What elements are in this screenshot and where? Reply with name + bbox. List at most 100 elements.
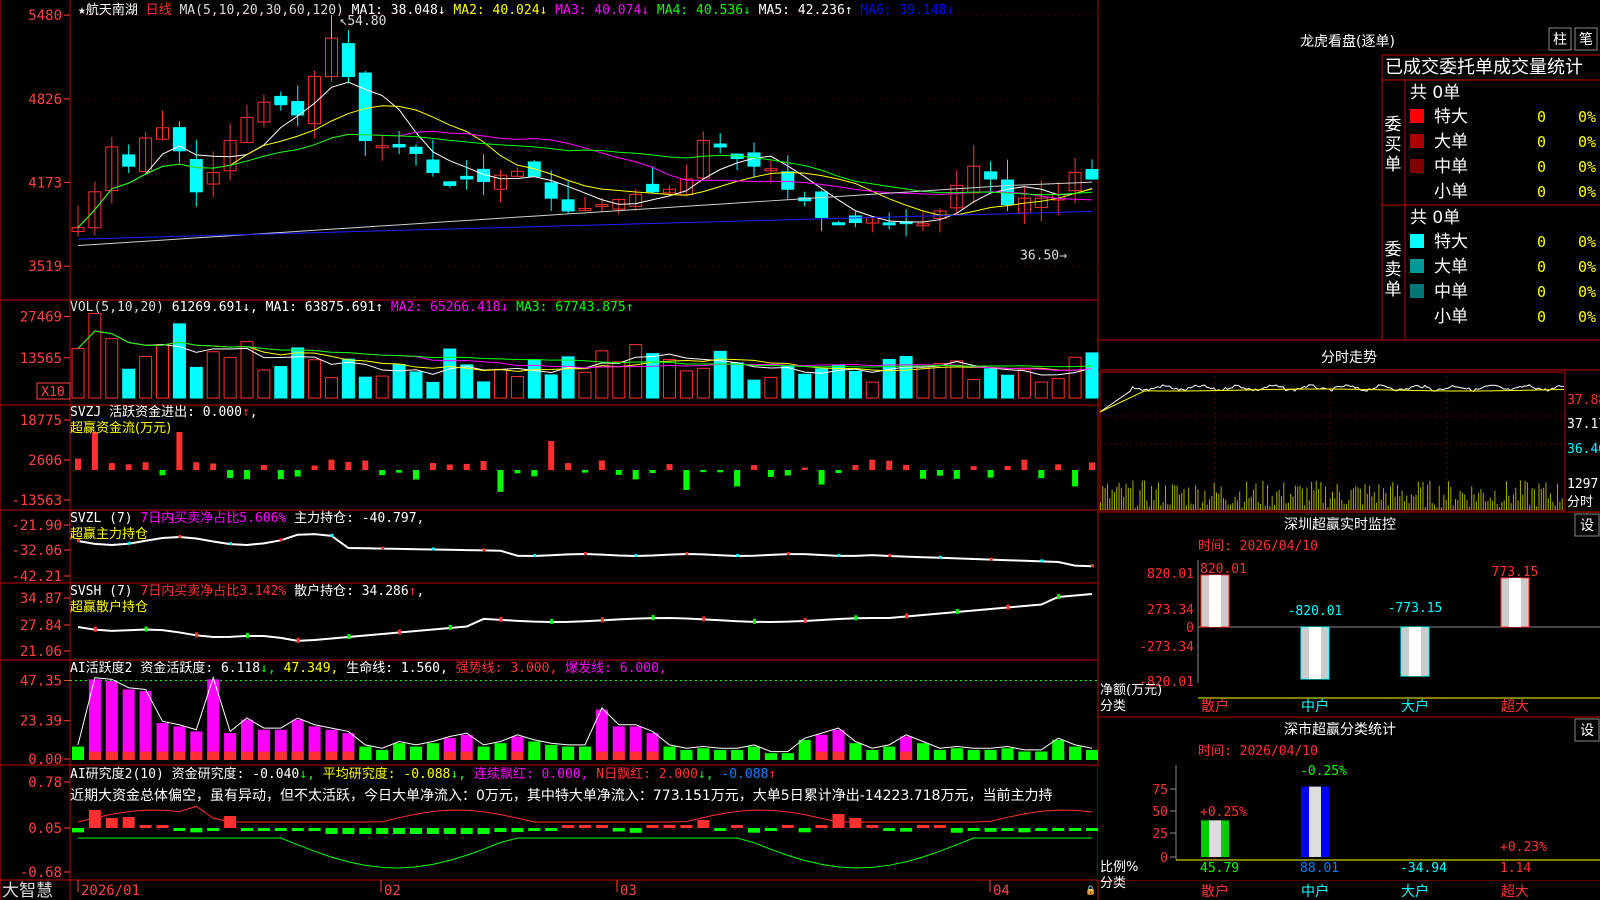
cls-value-label: 88.01 — [1300, 861, 1339, 876]
fenshi-volume-bar — [1120, 487, 1122, 510]
order-size-name: 小单 — [1434, 307, 1468, 327]
fenshi-volume-bar — [1396, 484, 1398, 510]
ai2-axis-label: 0.78 — [28, 775, 62, 791]
svsh-marker — [499, 616, 503, 622]
fenshi-volume-bar — [1113, 491, 1115, 510]
order-count: 0 — [1537, 158, 1546, 176]
svsh-marker — [1006, 604, 1010, 610]
fenshi-volume-bar — [1487, 501, 1489, 510]
cls-category-label: 超大 — [1501, 884, 1529, 900]
fenshi-volume-bar — [1519, 480, 1521, 510]
sz-unit: 净额(万元) — [1100, 683, 1162, 698]
sz-category-label: 中户 — [1301, 698, 1329, 715]
order-percent: 0% — [1578, 258, 1596, 276]
fenshi-volume-bar — [1327, 507, 1329, 510]
ai2-bar — [139, 825, 152, 828]
ai-bar-base — [1018, 751, 1031, 760]
svzl-marker — [634, 553, 638, 557]
fenshi-volume-bar — [1475, 501, 1477, 510]
ai2-bar — [1001, 828, 1014, 831]
fenshi-volume-bar — [1524, 480, 1526, 510]
fenshi-unit: 分时 — [1567, 495, 1593, 510]
svzj-bar — [159, 470, 166, 476]
svzj-bar — [75, 458, 81, 470]
fenshi-volume-bar — [1234, 496, 1236, 510]
fenshi-volume-bar — [1359, 488, 1361, 510]
volume-bar — [646, 353, 660, 399]
fenshi-volume-bar — [1503, 500, 1505, 510]
fenshi-volume-bar — [1153, 500, 1155, 510]
fenshi-chart-area — [1099, 371, 1566, 511]
ai-bar-base — [156, 751, 169, 760]
svzj-bar — [480, 460, 487, 470]
volume-bar — [984, 368, 998, 399]
fenshi-volume-bar — [1443, 494, 1445, 510]
label-part: 资金活跃度: 6.118 — [140, 660, 260, 676]
fenshi-volume-bar — [1427, 484, 1429, 510]
svzj-axis-label: 18775 — [20, 413, 62, 429]
fenshi-volume-bar — [1343, 503, 1345, 510]
order-size-name: 中单 — [1434, 282, 1468, 302]
fenshi-volume-bar — [1547, 498, 1549, 510]
order-total: 共 0单 — [1410, 208, 1460, 228]
side-label: 单 — [1385, 280, 1402, 300]
fenshi-volume-bar — [1345, 504, 1347, 510]
ai2-bar — [646, 825, 659, 828]
ai-bar-base — [410, 751, 422, 760]
cls-value-label: -34.94 — [1400, 861, 1447, 876]
volume-bar — [1085, 352, 1099, 399]
label-part: 强势线: 3.000, — [456, 660, 565, 676]
fenshi-axis: 37.88 — [1567, 393, 1600, 408]
vol-unit-label: X10 — [41, 385, 64, 400]
ai2-bar — [443, 828, 456, 834]
svsh-marker — [702, 616, 706, 622]
fenshi-volume-bar — [1540, 488, 1542, 510]
fenshi-volume-bar — [1285, 503, 1287, 510]
svsh-axis-label: 27.84 — [20, 618, 62, 634]
fenshi-volume-bar — [1267, 484, 1269, 510]
svzj-bar — [1055, 464, 1062, 470]
ai2-axis-label: -0.68 — [20, 865, 62, 881]
ai-bar-base — [866, 751, 879, 760]
date-label: 04 — [993, 883, 1010, 899]
svzj-bar — [125, 464, 132, 470]
ai-bar-base — [1069, 751, 1082, 760]
svsh-marker — [753, 618, 756, 624]
volume-bar — [544, 374, 558, 399]
order-percent: 0% — [1578, 158, 1596, 176]
svzl-marker — [431, 547, 435, 551]
svzj-bar — [835, 470, 842, 474]
ai2-bar — [460, 828, 473, 834]
svsh-marker — [955, 609, 959, 614]
svzj-bar — [514, 470, 521, 474]
svzj-bar — [142, 462, 149, 470]
vol-axis-label: 13565 — [20, 351, 62, 367]
fenshi-volume-bar — [1468, 506, 1470, 510]
fenshi-volume-bar — [1464, 494, 1466, 510]
ai-bar-base — [697, 751, 710, 760]
fenshi-volume-bar — [1255, 483, 1257, 510]
ai-bar-base — [612, 751, 625, 760]
volume-bar — [696, 367, 710, 399]
ai2-bar — [105, 818, 118, 828]
date-label: 02 — [384, 883, 401, 899]
fenshi-volume-bar — [1148, 506, 1150, 510]
fenshi-volume-bar — [1457, 499, 1459, 510]
sz-bar-highlight — [1509, 577, 1521, 627]
fenshi-volume-bar — [1320, 481, 1322, 510]
ai-bar-base — [274, 751, 287, 760]
fenshi-volume-bar — [1192, 504, 1194, 510]
order-size-name: 大单 — [1434, 132, 1468, 152]
order-size-name: 特大 — [1434, 107, 1468, 127]
fenshi-volume-bar — [1197, 489, 1199, 510]
volume-series — [71, 312, 1099, 399]
svzj-bar — [244, 470, 250, 480]
settings-label: 设 — [1580, 518, 1594, 534]
label-part: SVSH (7) — [70, 584, 140, 599]
fenshi-volume-bar — [1211, 495, 1213, 510]
label-part: MA1: 63875.691↑ — [266, 300, 391, 315]
fenshi-volume-bar — [1318, 489, 1320, 510]
order-color-swatch — [1410, 259, 1424, 273]
fenshi-volume-bar — [1459, 490, 1461, 510]
order-count: 0 — [1537, 183, 1546, 201]
